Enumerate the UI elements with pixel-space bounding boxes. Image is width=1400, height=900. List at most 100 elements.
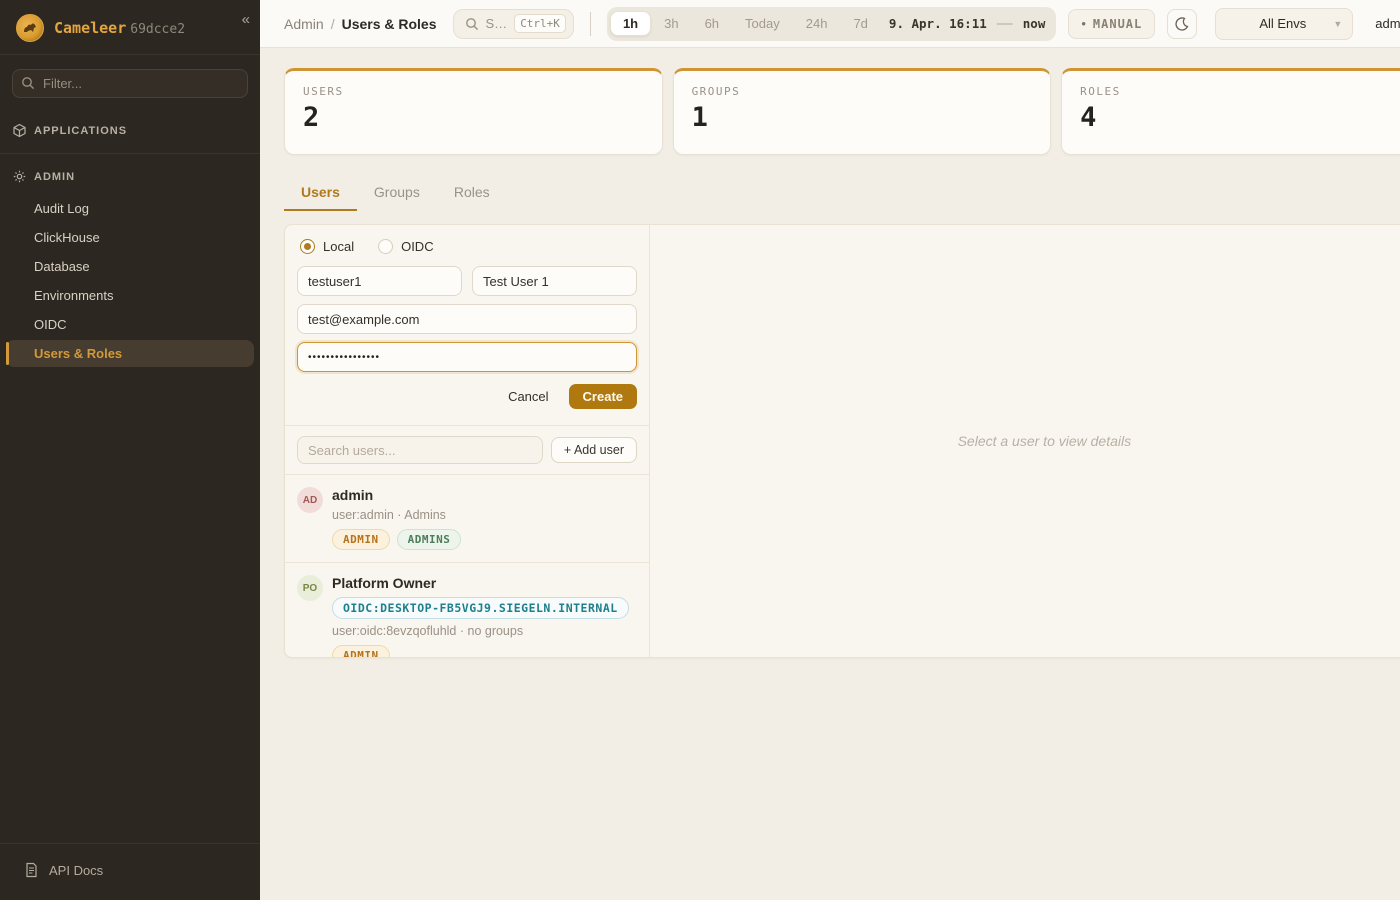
- filter-input[interactable]: [12, 69, 248, 98]
- divider: [590, 12, 591, 36]
- section-label: ADMIN: [34, 171, 75, 183]
- stat-label: ROLES: [1080, 85, 1400, 98]
- sidebar-item-database[interactable]: Database: [6, 253, 254, 280]
- user-meta: user:admin · Admins: [332, 508, 461, 522]
- breadcrumb-parent[interactable]: Admin: [284, 16, 324, 32]
- radio-local[interactable]: Local: [300, 239, 354, 254]
- user-details-panel: Select a user to view details: [650, 225, 1400, 657]
- user-row-admin[interactable]: AD admin user:admin · Admins ADMIN ADMIN…: [285, 475, 649, 562]
- users-panel: Local OIDC: [284, 224, 1400, 658]
- password-field[interactable]: [297, 342, 637, 372]
- search-icon: [21, 76, 35, 90]
- radio-unselected-icon[interactable]: [378, 239, 393, 254]
- env-select[interactable]: All Envs ▼: [1215, 8, 1353, 40]
- breadcrumb: Admin / Users & Roles: [284, 16, 437, 32]
- group-badge: ADMINS: [397, 529, 462, 550]
- stat-value: 1: [692, 102, 1033, 133]
- breadcrumb-separator: /: [331, 16, 335, 32]
- stat-card-roles: ROLES 4: [1061, 68, 1400, 155]
- time-option-today[interactable]: Today: [732, 12, 793, 35]
- collapse-sidebar-icon[interactable]: «: [242, 12, 250, 27]
- auth-type-radios: Local OIDC: [297, 239, 637, 254]
- role-badge: ADMIN: [332, 645, 390, 657]
- stats-row: USERS 2 GROUPS 1 ROLES 4: [284, 68, 1400, 155]
- sidebar-footer: API Docs: [0, 837, 260, 900]
- badge-row: ADMIN: [332, 645, 629, 657]
- avatar: AD: [297, 487, 323, 513]
- time-option-6h[interactable]: 6h: [692, 12, 732, 35]
- user-name: admin: [1375, 16, 1400, 31]
- radio-oidc[interactable]: OIDC: [378, 239, 434, 254]
- search-icon: [465, 17, 479, 31]
- chevron-down-icon: ▼: [1333, 19, 1342, 29]
- oidc-issuer-badge: OIDC:DESKTOP-FB5VGJ9.SIEGELN.INTERNAL: [332, 597, 629, 619]
- gear-icon: [12, 169, 27, 184]
- form-actions: Cancel Create: [297, 384, 637, 409]
- divider: [0, 153, 260, 154]
- breadcrumb-current: Users & Roles: [342, 16, 437, 32]
- time-range-from[interactable]: 9. Apr. 16:11: [881, 16, 995, 31]
- app-title: Cameleer69dcce2: [54, 19, 185, 38]
- sidebar-item-audit-log[interactable]: Audit Log: [6, 195, 254, 222]
- tab-bar: Users Groups Roles: [284, 178, 1400, 212]
- env-select-value: All Envs: [1259, 16, 1306, 31]
- email-field[interactable]: [297, 304, 637, 334]
- refresh-mode-label: MANUAL: [1093, 17, 1142, 31]
- refresh-mode-button[interactable]: • MANUAL: [1068, 9, 1155, 39]
- brand-suffix: 69dcce2: [130, 22, 185, 37]
- stat-label: USERS: [303, 85, 644, 98]
- sidebar: Cameleer69dcce2 « APPLICATIONS ADMIN Aud…: [0, 0, 260, 900]
- user-list: AD admin user:admin · Admins ADMIN ADMIN…: [285, 475, 649, 657]
- section-label: APPLICATIONS: [34, 125, 127, 137]
- sidebar-item-users-roles[interactable]: Users & Roles: [6, 340, 254, 367]
- tab-roles[interactable]: Roles: [437, 178, 507, 211]
- time-range-to[interactable]: now: [1015, 16, 1054, 31]
- user-row-platform-owner[interactable]: PO Platform Owner OIDC:DESKTOP-FB5VGJ9.S…: [285, 563, 649, 657]
- time-range-picker: 1h 3h 6h Today 24h 7d 9. Apr. 16:11 — no…: [607, 7, 1056, 41]
- sidebar-item-environments[interactable]: Environments: [6, 282, 254, 309]
- users-list-column: Local OIDC: [285, 225, 650, 657]
- time-option-7d[interactable]: 7d: [840, 12, 880, 35]
- package-icon: [12, 123, 27, 138]
- badge-row: ADMIN ADMINS: [332, 529, 461, 550]
- user-meta: user:oidc:8evzqofluhld · no groups: [332, 624, 629, 638]
- stat-card-groups: GROUPS 1: [673, 68, 1052, 155]
- time-range-separator: —: [995, 15, 1015, 33]
- global-search-button[interactable]: S… Ctrl+K: [453, 9, 574, 39]
- search-users-input[interactable]: [297, 436, 543, 464]
- user-search-row: + Add user: [285, 426, 649, 474]
- add-user-button[interactable]: + Add user: [551, 437, 637, 463]
- topbar-user[interactable]: admin AD: [1375, 9, 1400, 38]
- api-docs-link[interactable]: API Docs: [0, 850, 260, 890]
- stat-value: 4: [1080, 102, 1400, 133]
- radio-label: OIDC: [401, 239, 434, 254]
- user-info: admin user:admin · Admins ADMIN ADMINS: [332, 487, 461, 550]
- section-admin[interactable]: ADMIN: [0, 160, 260, 193]
- page-content: USERS 2 GROUPS 1 ROLES 4 Users Groups Ro…: [260, 48, 1400, 900]
- admin-nav: Audit Log ClickHouse Database Environmen…: [0, 193, 260, 369]
- cancel-button[interactable]: Cancel: [506, 385, 550, 408]
- time-option-1h[interactable]: 1h: [610, 11, 651, 36]
- section-applications[interactable]: APPLICATIONS: [0, 114, 260, 147]
- sidebar-item-clickhouse[interactable]: ClickHouse: [6, 224, 254, 251]
- search-shortcut: Ctrl+K: [514, 14, 566, 33]
- create-user-form: Local OIDC: [285, 225, 649, 425]
- fullname-field[interactable]: [472, 266, 637, 296]
- radio-selected-icon[interactable]: [300, 239, 315, 254]
- theme-toggle-button[interactable]: [1167, 9, 1197, 39]
- user-info: Platform Owner OIDC:DESKTOP-FB5VGJ9.SIEG…: [332, 575, 629, 657]
- moon-icon: [1174, 16, 1190, 32]
- time-option-3h[interactable]: 3h: [651, 12, 691, 35]
- username-field[interactable]: [297, 266, 462, 296]
- topbar: Admin / Users & Roles S… Ctrl+K 1h 3h 6h…: [260, 0, 1400, 48]
- tab-groups[interactable]: Groups: [357, 178, 437, 211]
- stat-value: 2: [303, 102, 644, 133]
- tab-users[interactable]: Users: [284, 178, 357, 211]
- sidebar-item-oidc[interactable]: OIDC: [6, 311, 254, 338]
- empty-state-text: Select a user to view details: [958, 433, 1132, 449]
- time-option-24h[interactable]: 24h: [793, 12, 841, 35]
- divider: [0, 843, 260, 844]
- stat-label: GROUPS: [692, 85, 1033, 98]
- document-icon: [24, 862, 39, 878]
- create-button[interactable]: Create: [569, 384, 637, 409]
